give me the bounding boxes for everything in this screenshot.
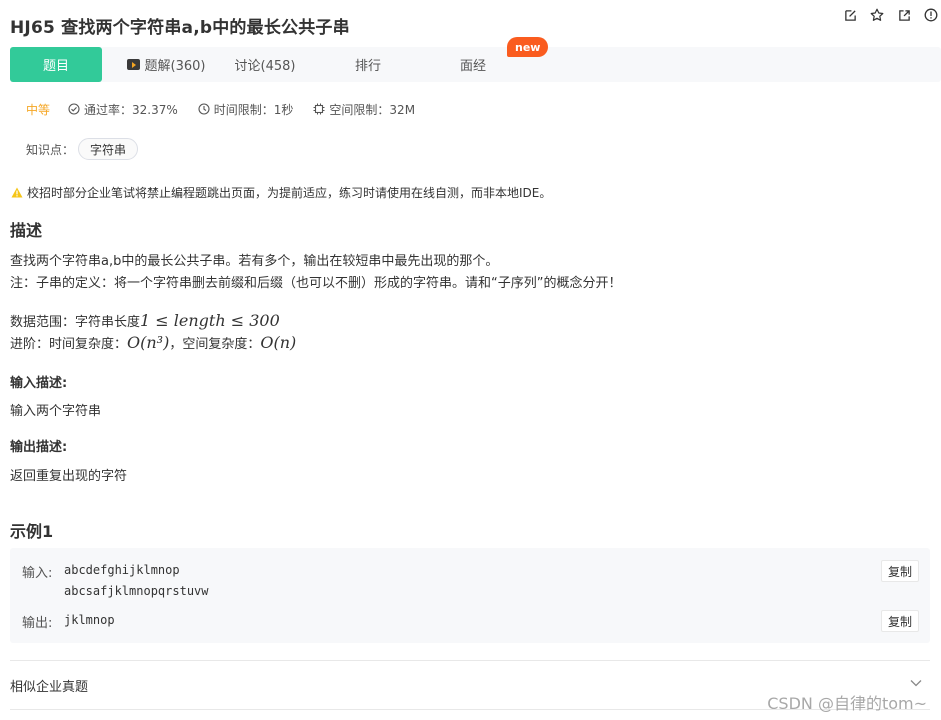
new-badge: new <box>507 37 549 57</box>
warning-icon <box>11 187 23 198</box>
report-icon[interactable] <box>923 7 939 23</box>
edit-icon[interactable] <box>842 7 858 23</box>
example-output-value: jklmnop <box>64 613 115 627</box>
advanced-complexity: 进阶：时间复杂度：O(n³)，空间复杂度：O(n) <box>10 333 296 352</box>
time-limit-text: 时间限制：1秒 <box>213 102 294 117</box>
space-limit: 空间限制：32M <box>313 101 415 118</box>
warning-notice: 校招时部分企业笔试将禁止编程题跳出页面，为提前适应，练习时请使用在线自测，而非本… <box>11 184 551 201</box>
watermark: CSDN @自律的tom~ <box>767 694 927 713</box>
knowledge-tag[interactable]: 字符串 <box>78 138 139 160</box>
problem-tabbar: 题目 题解(360) 讨论(458) 排行 面经 new <box>10 37 941 82</box>
tab-discussion-label: 讨论(458) <box>234 59 296 74</box>
video-icon <box>126 59 140 70</box>
example-input-line-1: abcdefghijklmnop <box>64 563 180 577</box>
tab-discussion[interactable]: 讨论(458) <box>222 47 308 82</box>
tab-ranking[interactable]: 排行 <box>343 47 393 82</box>
star-icon[interactable] <box>869 7 885 23</box>
problem-header: HJ65 查找两个字符串a,b中的最长公共子串 <box>10 10 931 40</box>
knowledge-label: 知识点： <box>26 142 75 157</box>
problem-meta: 中等 通过率：32.37% 时间限制：1秒 空间限制：32M <box>26 100 435 118</box>
pass-rate-text: 通过率：32.37% <box>84 102 178 117</box>
example-input-label: 输入: <box>22 566 53 581</box>
time-complexity: O(n³) <box>127 333 170 352</box>
title-actions <box>842 7 939 23</box>
description-heading: 描述 <box>10 221 43 240</box>
data-range-label: 数据范围：字符串长度 <box>10 315 141 330</box>
copy-input-button[interactable]: 复制 <box>880 560 919 582</box>
tab-ranking-label: 排行 <box>354 59 381 74</box>
warning-text: 校招时部分企业笔试将禁止编程题跳出页面，为提前适应，练习时请使用在线自测，而非本… <box>27 186 552 200</box>
tab-interview[interactable]: 面经 <box>448 47 498 82</box>
tab-solutions-label: 题解(360) <box>144 59 206 74</box>
problem-title: HJ65 查找两个字符串a,b中的最长公共子串 <box>10 17 350 38</box>
input-description-heading: 输入描述: <box>10 376 68 391</box>
data-range: 数据范围：字符串长度1 ≤ length ≤ 300 <box>10 311 280 330</box>
pass-rate: 通过率：32.37% <box>68 101 178 118</box>
similar-questions-label: 相似企业真题 <box>10 679 89 695</box>
input-description-text: 输入两个字符串 <box>10 404 102 419</box>
output-description-heading: 输出描述: <box>10 440 68 455</box>
output-description-text: 返回重复出现的字符 <box>10 469 128 484</box>
clock-icon <box>198 103 210 115</box>
advanced-label: 进阶：时间复杂度： <box>10 337 128 352</box>
knowledge-points: 知识点： 字符串 <box>26 138 139 160</box>
tab-problem-label: 题目 <box>42 59 69 74</box>
difficulty-label: 中等 <box>26 102 51 117</box>
example-heading: 示例1 <box>10 522 54 541</box>
space-complexity-label: ，空间复杂度： <box>169 337 261 352</box>
tab-problem[interactable]: 题目 <box>10 47 102 82</box>
data-range-math: 1 ≤ length ≤ 300 <box>140 311 280 330</box>
example-output-label: 输出: <box>22 616 53 631</box>
share-icon[interactable] <box>896 7 912 23</box>
copy-output-button[interactable]: 复制 <box>880 610 919 632</box>
chip-icon <box>313 103 325 115</box>
description-line-2: 注：子串的定义：将一个字符串删去前缀和后缀（也可以不删）形成的字符串。请和“子序… <box>10 276 622 291</box>
example-box: 输入: abcdefghijklmnop abcsafjklmnopqrstuv… <box>10 548 930 643</box>
description-line-1: 查找两个字符串a,b中的最长公共子串。若有多个，输出在较短串中最先出现的那个。 <box>10 254 499 269</box>
tab-solutions[interactable]: 题解(360) <box>120 47 212 82</box>
tab-interview-label: 面经 <box>459 59 486 74</box>
example-input-line-2: abcsafjklmnopqrstuvw <box>64 584 209 598</box>
chevron-down-icon <box>910 680 922 687</box>
check-circle-icon <box>68 103 80 115</box>
space-limit-text: 空间限制：32M <box>329 102 416 117</box>
time-limit: 时间限制：1秒 <box>198 101 294 118</box>
space-complexity: O(n) <box>260 333 297 352</box>
